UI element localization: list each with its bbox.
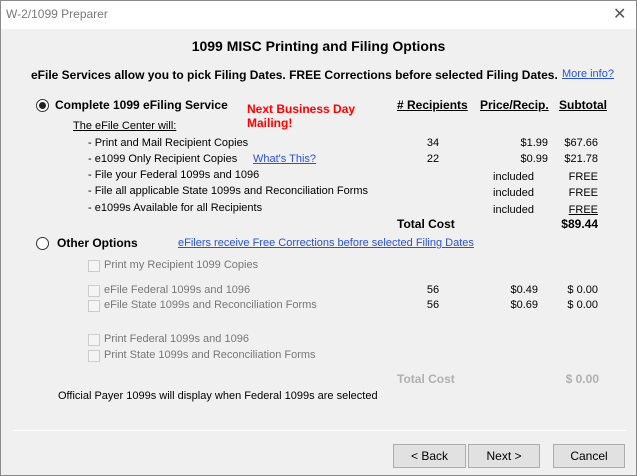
service-row-subtotal: FREE xyxy=(568,204,598,216)
promo-line-2: Mailing! xyxy=(247,116,293,130)
service-row-subtotal: $21.78 xyxy=(564,153,598,165)
next-button[interactable]: Next > xyxy=(468,444,540,468)
service-row-subtotal: FREE xyxy=(568,171,598,183)
service-row-label: - File your Federal 1099s and 1096 xyxy=(88,169,260,181)
payer-note: Official Payer 1099s will display when F… xyxy=(58,390,378,402)
service-row-price: included xyxy=(493,204,534,216)
page-title: 1099 MISC Printing and Filing Options xyxy=(191,38,446,54)
option-recipients: 56 xyxy=(426,299,440,311)
dialog-window: W-2/1099 Preparer ✕ 1099 MISC Printing a… xyxy=(0,0,637,476)
option-label[interactable]: Print my Recipient 1099 Copies xyxy=(104,259,258,271)
service-row-label: - Print and Mail Recipient Copies xyxy=(88,137,249,149)
other-total-value: $ 0.00 xyxy=(565,372,599,386)
service-row-price: included xyxy=(493,171,534,183)
title-bar: W-2/1099 Preparer ✕ xyxy=(1,1,636,29)
divider xyxy=(13,430,626,431)
option-checkbox[interactable] xyxy=(88,285,100,297)
service-row-subtotal: $67.66 xyxy=(564,137,598,149)
option-checkbox[interactable] xyxy=(88,260,100,272)
promo-line-1: Next Business Day xyxy=(247,102,356,116)
service-row-price: included xyxy=(493,187,534,199)
option-label[interactable]: Print State 1099s and Reconciliation For… xyxy=(104,349,316,361)
option-checkbox[interactable] xyxy=(88,300,100,312)
intro-text: eFile Services allow you to pick Filing … xyxy=(31,68,558,82)
other-options-label[interactable]: Other Options xyxy=(57,236,138,250)
complete-service-label[interactable]: Complete 1099 eFiling Service xyxy=(55,98,228,112)
option-price: $0.49 xyxy=(510,284,538,296)
option-checkbox[interactable] xyxy=(88,334,100,346)
service-row-recipients: 22 xyxy=(426,153,440,165)
option-label[interactable]: Print Federal 1099s and 1096 xyxy=(104,333,249,345)
option-recipients: 56 xyxy=(426,284,440,296)
service-row-label: - e1099s Available for all Recipients xyxy=(88,202,263,214)
header-price: Price/Recip. xyxy=(480,98,549,112)
total-cost-value: $89.44 xyxy=(561,217,598,231)
other-total-label: Total Cost xyxy=(397,372,455,386)
free-corrections-link[interactable]: eFilers receive Free Corrections before … xyxy=(178,237,474,249)
whats-this-link[interactable]: What's This? xyxy=(253,153,316,165)
option-price: $0.69 xyxy=(510,299,538,311)
promo-text: Next Business Day Mailing! xyxy=(247,102,355,130)
option-label[interactable]: eFile Federal 1099s and 1096 xyxy=(104,284,250,296)
option-checkbox[interactable] xyxy=(88,350,100,362)
header-subtotal: Subtotal xyxy=(559,98,607,112)
service-row-recipients: 34 xyxy=(426,137,440,149)
option-subtotal: $ 0.00 xyxy=(567,284,598,296)
service-row-label: - File all applicable State 1099s and Re… xyxy=(88,185,369,197)
option-subtotal: $ 0.00 xyxy=(567,299,598,311)
window-title: W-2/1099 Preparer xyxy=(6,7,108,21)
cancel-button[interactable]: Cancel xyxy=(553,444,625,468)
complete-service-radio[interactable] xyxy=(36,99,49,112)
close-icon[interactable]: ✕ xyxy=(613,4,626,24)
efile-center-label: The eFile Center will: xyxy=(73,120,177,132)
other-options-radio[interactable] xyxy=(36,237,49,250)
total-cost-label: Total Cost xyxy=(397,217,455,231)
option-label[interactable]: eFile State 1099s and Reconciliation For… xyxy=(104,299,317,311)
service-row-subtotal: FREE xyxy=(568,187,598,199)
back-button[interactable]: < Back xyxy=(393,444,466,468)
more-info-link[interactable]: More info? xyxy=(562,68,614,80)
service-row-label: - e1099 Only Recipient Copies xyxy=(88,153,238,165)
header-recipients: # Recipients xyxy=(397,98,468,112)
